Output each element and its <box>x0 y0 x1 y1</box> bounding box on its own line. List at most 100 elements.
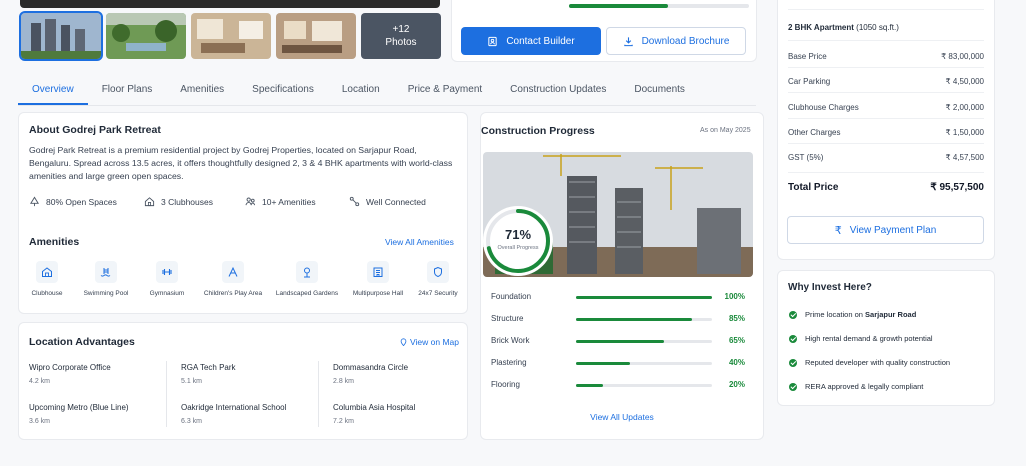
amenity-security[interactable]: 24x7 Security <box>400 261 476 297</box>
gallery-thumb-interior[interactable] <box>276 13 356 59</box>
stage-name: Flooring <box>491 380 520 389</box>
tab-specifications[interactable]: Specifications <box>238 76 328 105</box>
location-distance: 4.2 km <box>29 378 51 385</box>
download-brochure-button[interactable]: Download Brochure <box>606 27 746 55</box>
tab-amenities[interactable]: Amenities <box>166 76 238 105</box>
price-divider <box>788 40 984 41</box>
tab-floor-plans[interactable]: Floor Plans <box>88 76 167 105</box>
amenity-play-area-label: Children's Play Area <box>203 290 263 297</box>
view-on-map-link[interactable]: View on Map <box>400 337 459 347</box>
price-divider <box>788 67 984 68</box>
stage-progress-bar <box>576 384 712 387</box>
total-price-row: Total Price ₹ 95,57,500 <box>788 182 984 193</box>
location-distance: 2.8 km <box>333 378 355 385</box>
stage-percent: 40% <box>728 358 745 367</box>
hall-icon <box>373 267 383 277</box>
feature-connectivity: Well Connected <box>349 196 426 207</box>
tab-price-payment[interactable]: Price & Payment <box>394 76 496 105</box>
amenity-play-area[interactable]: Children's Play Area <box>195 261 271 297</box>
amenity-swimming-pool-label: Swimming Pool <box>83 290 129 297</box>
feature-connectivity-label: Well Connected <box>366 196 426 207</box>
garden-icon <box>304 267 310 278</box>
location-divider <box>166 361 167 427</box>
total-price-label: Total Price <box>788 182 839 193</box>
why-item: High rental demand & growth potential <box>789 334 933 343</box>
download-icon <box>623 36 633 46</box>
check-icon <box>789 334 797 343</box>
about-title: About Godrej Park Retreat <box>29 124 161 136</box>
total-price-value: ₹ 95,57,500 <box>930 182 984 193</box>
amenity-gardens[interactable]: Landscaped Gardens <box>269 261 345 297</box>
price-row: Clubhouse Charges ₹ 2,00,000 <box>788 103 984 112</box>
location-name: Dommasandra Circle <box>333 363 409 372</box>
view-all-amenities-link[interactable]: View All Amenities <box>385 237 454 247</box>
tab-construction-updates[interactable]: Construction Updates <box>496 76 620 105</box>
location-item: RGA Tech Park 5.1 km <box>181 363 236 385</box>
shield-icon <box>434 266 442 278</box>
location-divider <box>318 361 319 427</box>
location-distance: 3.6 km <box>29 418 51 425</box>
price-value: ₹ 1,50,000 <box>945 128 984 137</box>
hero-image[interactable] <box>20 0 440 8</box>
view-all-updates-link[interactable]: View All Updates <box>480 412 764 422</box>
price-value: ₹ 2,00,000 <box>945 103 984 112</box>
location-item: Dommasandra Circle 2.8 km <box>333 363 408 385</box>
price-label: Clubhouse Charges <box>788 103 859 112</box>
tab-overview[interactable]: Overview <box>18 76 88 105</box>
price-divider <box>788 118 984 119</box>
stage-progress-bar <box>576 318 712 321</box>
check-icon <box>789 310 797 319</box>
location-distance: 7.2 km <box>333 418 355 425</box>
gallery-thumb-towers[interactable] <box>19 11 103 61</box>
contact-icon <box>488 36 497 46</box>
tab-location[interactable]: Location <box>328 76 394 105</box>
users-icon <box>245 197 256 206</box>
amenity-gymnasium[interactable]: Gymnasium <box>129 261 205 297</box>
more-photos-count: +12 <box>392 24 410 35</box>
gallery-thumb-garden[interactable] <box>106 13 186 59</box>
feature-clubhouses-label: 3 Clubhouses <box>161 196 213 207</box>
location-item: Wipro Corporate Office 4.2 km <box>29 363 111 385</box>
overall-progress-label: Overall Progress <box>497 245 539 251</box>
construction-title: Construction Progress <box>481 125 595 137</box>
price-divider <box>788 92 984 93</box>
dumbbell-icon <box>162 269 172 275</box>
why-item-text: Prime location on Sarjapur Road <box>805 310 917 319</box>
feature-amenities-label: 10+ Amenities <box>262 196 316 207</box>
gallery-more-photos[interactable]: +12 Photos <box>361 13 441 59</box>
location-item: Columbia Asia Hospital 7.2 km <box>333 403 415 425</box>
price-label: Base Price <box>788 52 827 61</box>
unit-area: (1050 sq.ft.) <box>856 23 899 32</box>
price-row: GST (5%) ₹ 4,57,500 <box>788 153 984 162</box>
stage-name: Foundation <box>491 292 532 301</box>
location-name: Upcoming Metro (Blue Line) <box>29 403 129 412</box>
stage-percent: 100% <box>724 292 745 301</box>
view-payment-plan-button[interactable]: ₹ View Payment Plan <box>787 216 984 244</box>
gallery-thumb-living-room[interactable] <box>191 13 271 59</box>
feature-clubhouses: 3 Clubhouses <box>144 196 213 207</box>
why-item-text: Reputed developer with quality construct… <box>805 358 951 367</box>
link-icon <box>349 196 360 207</box>
price-label: Other Charges <box>788 128 841 137</box>
view-payment-plan-label: View Payment Plan <box>849 224 937 236</box>
why-item: Prime location on Sarjapur Road <box>789 310 916 319</box>
section-tabs: Overview Floor Plans Amenities Specifica… <box>18 76 756 106</box>
contact-builder-button[interactable]: Contact Builder <box>461 27 601 55</box>
location-name: Oakridge International School <box>181 403 287 412</box>
feature-amenities: 10+ Amenities <box>245 196 316 207</box>
why-item-text: High rental demand & growth potential <box>805 334 933 343</box>
tab-documents[interactable]: Documents <box>620 76 699 105</box>
location-item: Upcoming Metro (Blue Line) 3.6 km <box>29 403 129 425</box>
why-invest-title: Why Invest Here? <box>788 282 872 293</box>
construction-date: As on May 2025 <box>700 127 751 134</box>
clubhouse-icon <box>42 267 52 277</box>
location-name: Columbia Asia Hospital <box>333 403 416 412</box>
amenities-title: Amenities <box>29 236 80 248</box>
stage-percent: 65% <box>728 336 745 345</box>
price-divider <box>788 9 984 10</box>
overall-progress-value: 71% <box>504 227 532 242</box>
stage-name: Brick Work <box>491 336 530 345</box>
price-row: Car Parking ₹ 4,50,000 <box>788 77 984 86</box>
check-icon <box>789 382 797 391</box>
unit-name: 2 BHK Apartment <box>788 23 854 32</box>
